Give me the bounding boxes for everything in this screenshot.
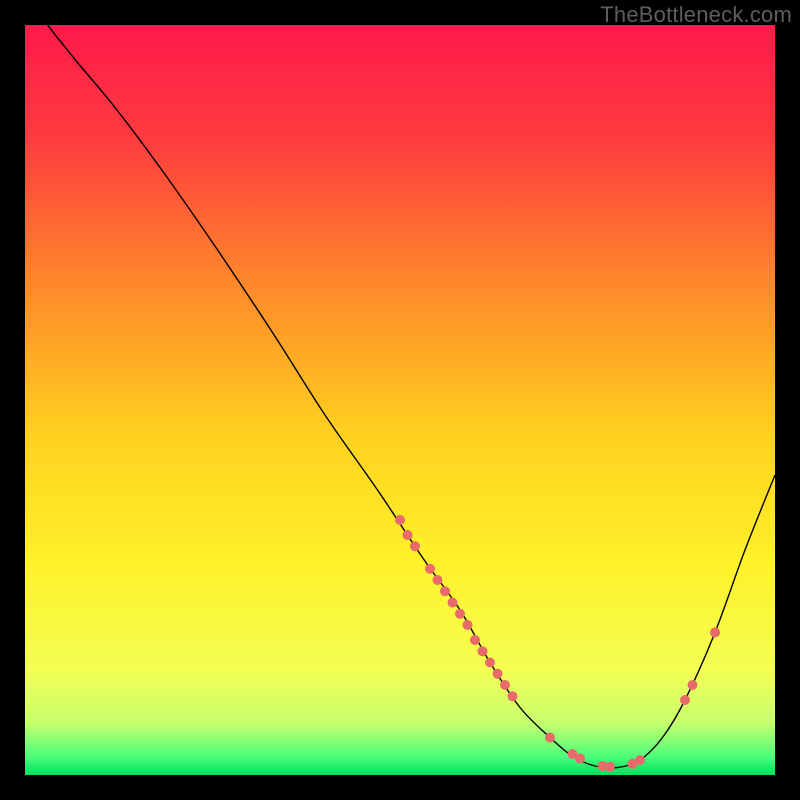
data-marker [425,564,435,574]
data-marker [605,762,615,772]
data-marker [395,515,405,525]
data-marker [410,541,420,551]
data-marker [455,609,465,619]
chart-svg [25,25,775,775]
data-marker [440,586,450,596]
watermark-text: TheBottleneck.com [600,2,792,28]
data-marker [493,669,503,679]
chart-frame: TheBottleneck.com [0,0,800,800]
data-marker [508,691,518,701]
data-marker [710,628,720,638]
data-marker [680,695,690,705]
plot-area [25,25,775,775]
data-marker [478,646,488,656]
data-marker [688,680,698,690]
data-marker [470,635,480,645]
data-marker [545,733,555,743]
data-marker [635,755,645,765]
data-marker [575,754,585,764]
data-marker [403,530,413,540]
data-marker [463,620,473,630]
data-marker [485,658,495,668]
data-marker [500,680,510,690]
data-marker [448,598,458,608]
data-marker [433,575,443,585]
